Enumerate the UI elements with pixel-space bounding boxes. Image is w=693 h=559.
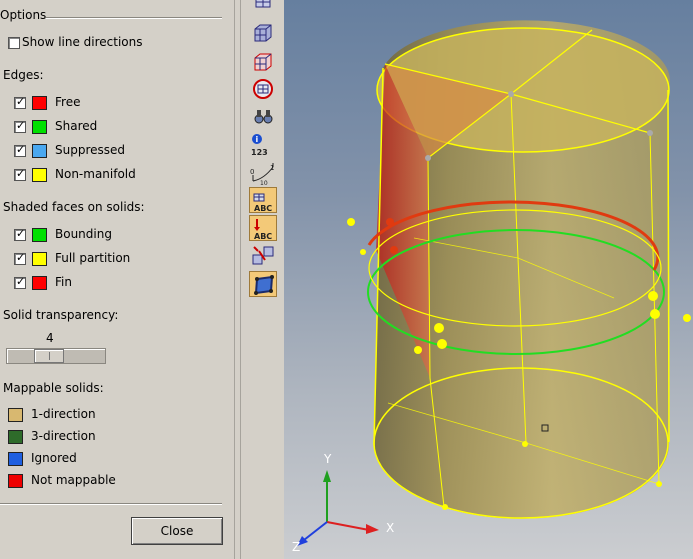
scale-ruler-text-b: 1 xyxy=(270,164,274,172)
shaded-full-partition-label[interactable]: Full partition xyxy=(55,251,130,265)
triad-y-label: Y xyxy=(323,452,332,466)
scale-ruler-icon: 0 1 10 xyxy=(250,163,274,185)
toolbar-button-target-mesh[interactable] xyxy=(249,76,277,102)
shaded-full-partition-swatch xyxy=(32,252,47,266)
toolbar-button-info-numbering[interactable]: i 123 xyxy=(249,132,277,158)
mappable-ignored-label: Ignored xyxy=(31,451,77,465)
mappable-solids-heading: Mappable solids: xyxy=(3,381,104,395)
show-line-directions-label[interactable]: Show line directions xyxy=(22,35,143,49)
cylinder-solid[interactable] xyxy=(347,20,691,519)
target-mesh-icon xyxy=(253,79,273,99)
mappable-1-direction-label: 1-direction xyxy=(31,407,96,421)
info-numbering-text: 123 xyxy=(251,148,268,157)
edges-nonmanifold-swatch xyxy=(32,168,47,182)
options-group-title: Options xyxy=(0,8,47,22)
mesh-cube-shaded-icon xyxy=(254,24,272,42)
mappable-3-direction-label: 3-direction xyxy=(31,429,96,443)
edges-free-label[interactable]: Free xyxy=(55,95,80,109)
edges-shared-checkbox[interactable] xyxy=(14,119,26,133)
solid-transparency-slider-thumb[interactable] xyxy=(34,349,64,363)
mesh-cube-icon xyxy=(255,0,271,8)
edges-nonmanifold-checkbox[interactable] xyxy=(14,167,26,181)
label-abc-text: ABC xyxy=(254,204,272,213)
shaded-full-partition-checkbox[interactable] xyxy=(14,251,26,265)
toolbar-button-label-abc[interactable]: ABC xyxy=(249,187,277,213)
label-abc-arrow-icon: ABC xyxy=(254,219,272,241)
edges-nonmanifold-label[interactable]: Non-manifold xyxy=(55,167,136,181)
mesh-cube-red-icon xyxy=(254,53,272,71)
shaded-fin-label[interactable]: Fin xyxy=(55,275,72,289)
show-line-directions-checkbox[interactable] xyxy=(8,37,20,49)
model-drawing: Y X Z xyxy=(292,20,691,554)
triad-z-label: Z xyxy=(292,540,300,554)
vertical-toolbar: i 123 0 1 10 ABC ABC xyxy=(241,0,284,559)
move-cubes-icon xyxy=(252,246,274,265)
close-button[interactable]: Close xyxy=(131,517,223,545)
solid-transparency-value: 4 xyxy=(46,331,54,345)
toolbar-button-mesh-cube-red[interactable] xyxy=(249,48,277,74)
shaded-fin-checkbox[interactable] xyxy=(14,275,26,289)
mappable-ignored-swatch xyxy=(8,452,23,466)
mappable-not-mappable-label: Not mappable xyxy=(31,473,116,487)
label-abc-arrow-text: ABC xyxy=(254,232,272,241)
svg-text:i: i xyxy=(256,135,259,144)
mappable-not-mappable-swatch xyxy=(8,474,23,488)
toolbar-button-mesh-cube-shaded[interactable] xyxy=(249,20,277,46)
shaded-bounding-label[interactable]: Bounding xyxy=(55,227,112,241)
mappable-1-direction-swatch xyxy=(8,408,23,422)
shaded-fin-swatch xyxy=(32,276,47,290)
toolbar-button-scale-ruler[interactable]: 0 1 10 xyxy=(249,160,277,186)
triad-x-label: X xyxy=(386,521,394,535)
shaded-bounding-swatch xyxy=(32,228,47,242)
shaded-bounding-checkbox[interactable] xyxy=(14,227,26,241)
info-numbering-icon: i 123 xyxy=(251,134,268,157)
panel-splitter[interactable] xyxy=(234,0,241,559)
options-group-divider xyxy=(46,17,222,19)
edges-suppressed-label[interactable]: Suppressed xyxy=(55,143,125,157)
solid-transparency-heading: Solid transparency: xyxy=(3,308,119,322)
shaded-faces-heading: Shaded faces on solids: xyxy=(3,200,145,214)
toolbar-button-mesh-cube[interactable] xyxy=(249,0,277,18)
edges-suppressed-checkbox[interactable] xyxy=(14,143,26,157)
toolbar-button-surface-select[interactable] xyxy=(249,271,277,297)
surface-select-icon xyxy=(254,275,274,295)
options-panel: Options Show line directions Edges: Free… xyxy=(0,0,234,559)
edges-shared-swatch xyxy=(32,120,47,134)
edges-free-swatch xyxy=(32,96,47,110)
coordinate-triad: Y X Z xyxy=(292,452,394,554)
edges-free-checkbox[interactable] xyxy=(14,95,26,109)
binoculars-icon xyxy=(254,110,273,124)
edges-shared-label[interactable]: Shared xyxy=(55,119,97,133)
mappable-3-direction-swatch xyxy=(8,430,23,444)
toolbar-button-move-cubes[interactable] xyxy=(249,243,277,269)
scale-ruler-text-a: 0 xyxy=(250,168,254,176)
toolbar-button-binoculars[interactable] xyxy=(249,104,277,130)
edges-heading: Edges: xyxy=(3,68,44,82)
scale-ruler-text-c: 10 xyxy=(260,180,268,185)
edges-suppressed-swatch xyxy=(32,144,47,158)
toolbar-button-label-abc-arrow[interactable]: ABC xyxy=(249,215,277,241)
graphics-viewport[interactable]: Y X Z xyxy=(284,0,693,559)
label-abc-icon: ABC xyxy=(253,193,272,213)
bottom-divider xyxy=(0,503,222,505)
